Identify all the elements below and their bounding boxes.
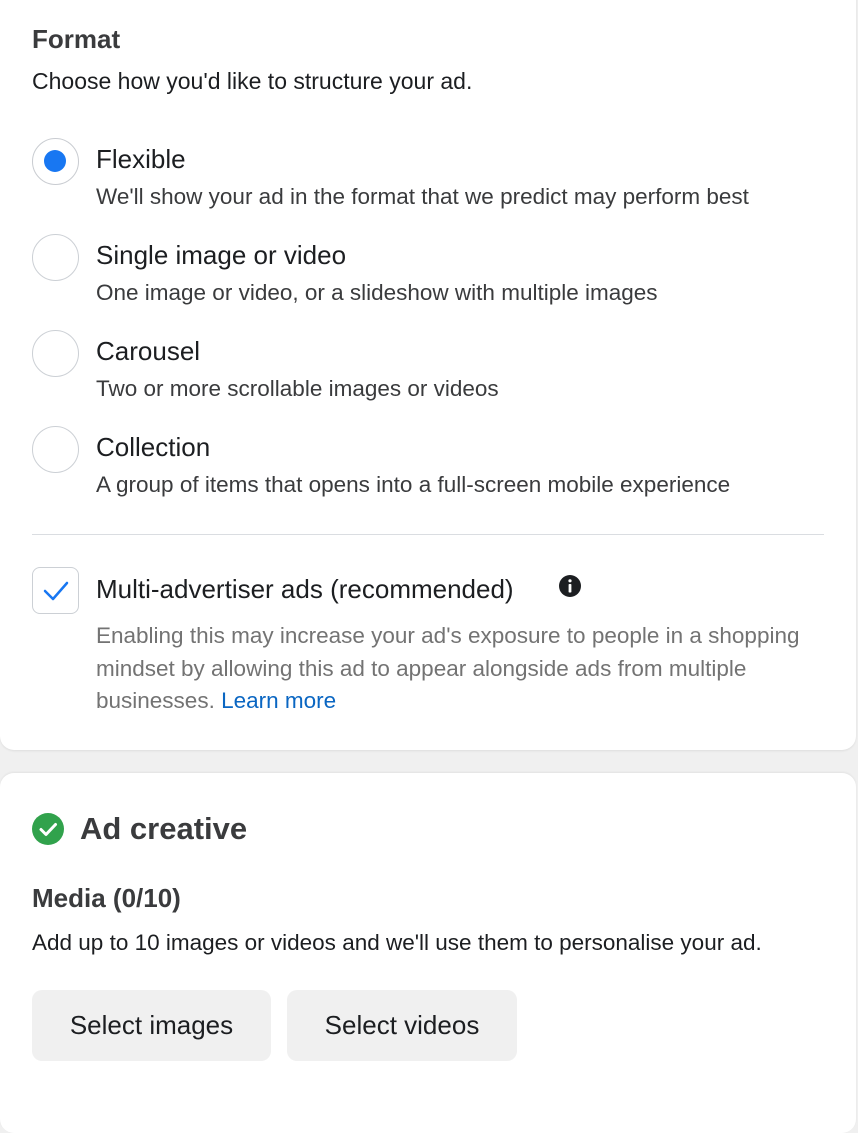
select-images-button[interactable]: Select images [32,990,271,1061]
format-option-description: One image or video, or a slideshow with … [96,280,658,305]
format-option-label: Flexible [96,144,186,174]
format-option-flexible[interactable]: Flexible We'll show your ad in the forma… [32,138,822,228]
multi-advertiser-description: Enabling this may increase your ad's exp… [96,620,826,718]
format-option-carousel[interactable]: Carousel Two or more scrollable images o… [32,330,822,420]
media-subtitle: Add up to 10 images or videos and we'll … [32,930,762,955]
format-card: Format Choose how you'd like to structur… [0,0,856,750]
format-option-collection[interactable]: Collection A group of items that opens i… [32,426,822,516]
multi-advertiser-description-text: Enabling this may increase your ad's exp… [96,623,800,713]
info-icon[interactable] [558,574,582,598]
format-subtitle: Choose how you'd like to structure your … [32,68,473,94]
radio-button-selected[interactable] [32,138,79,185]
radio-dot [44,150,66,172]
radio-button[interactable] [32,330,79,377]
media-title: Media (0/10) [32,883,181,913]
ad-creative-card: Ad creative Media (0/10) Add up to 10 im… [0,773,856,1133]
format-option-description: Two or more scrollable images or videos [96,376,499,401]
divider [32,534,824,535]
select-videos-button[interactable]: Select videos [287,990,517,1061]
ad-creative-title: Ad creative [80,811,248,846]
format-option-label: Carousel [96,336,201,366]
checkmark-icon [43,581,69,601]
radio-button[interactable] [32,426,79,473]
format-option-label: Collection [96,432,211,462]
format-option-description: We'll show your ad in the format that we… [96,184,749,209]
radio-button[interactable] [32,234,79,281]
format-title: Format [32,24,121,54]
multi-advertiser-label: Multi-advertiser ads (recommended) [96,574,514,604]
multi-advertiser-checkbox[interactable] [32,567,79,614]
format-option-label: Single image or video [96,240,347,270]
green-check-icon [32,813,64,845]
learn-more-link[interactable]: Learn more [221,688,336,713]
format-option-single-image-or-video[interactable]: Single image or video One image or video… [32,234,822,324]
format-option-description: A group of items that opens into a full-… [96,472,731,497]
